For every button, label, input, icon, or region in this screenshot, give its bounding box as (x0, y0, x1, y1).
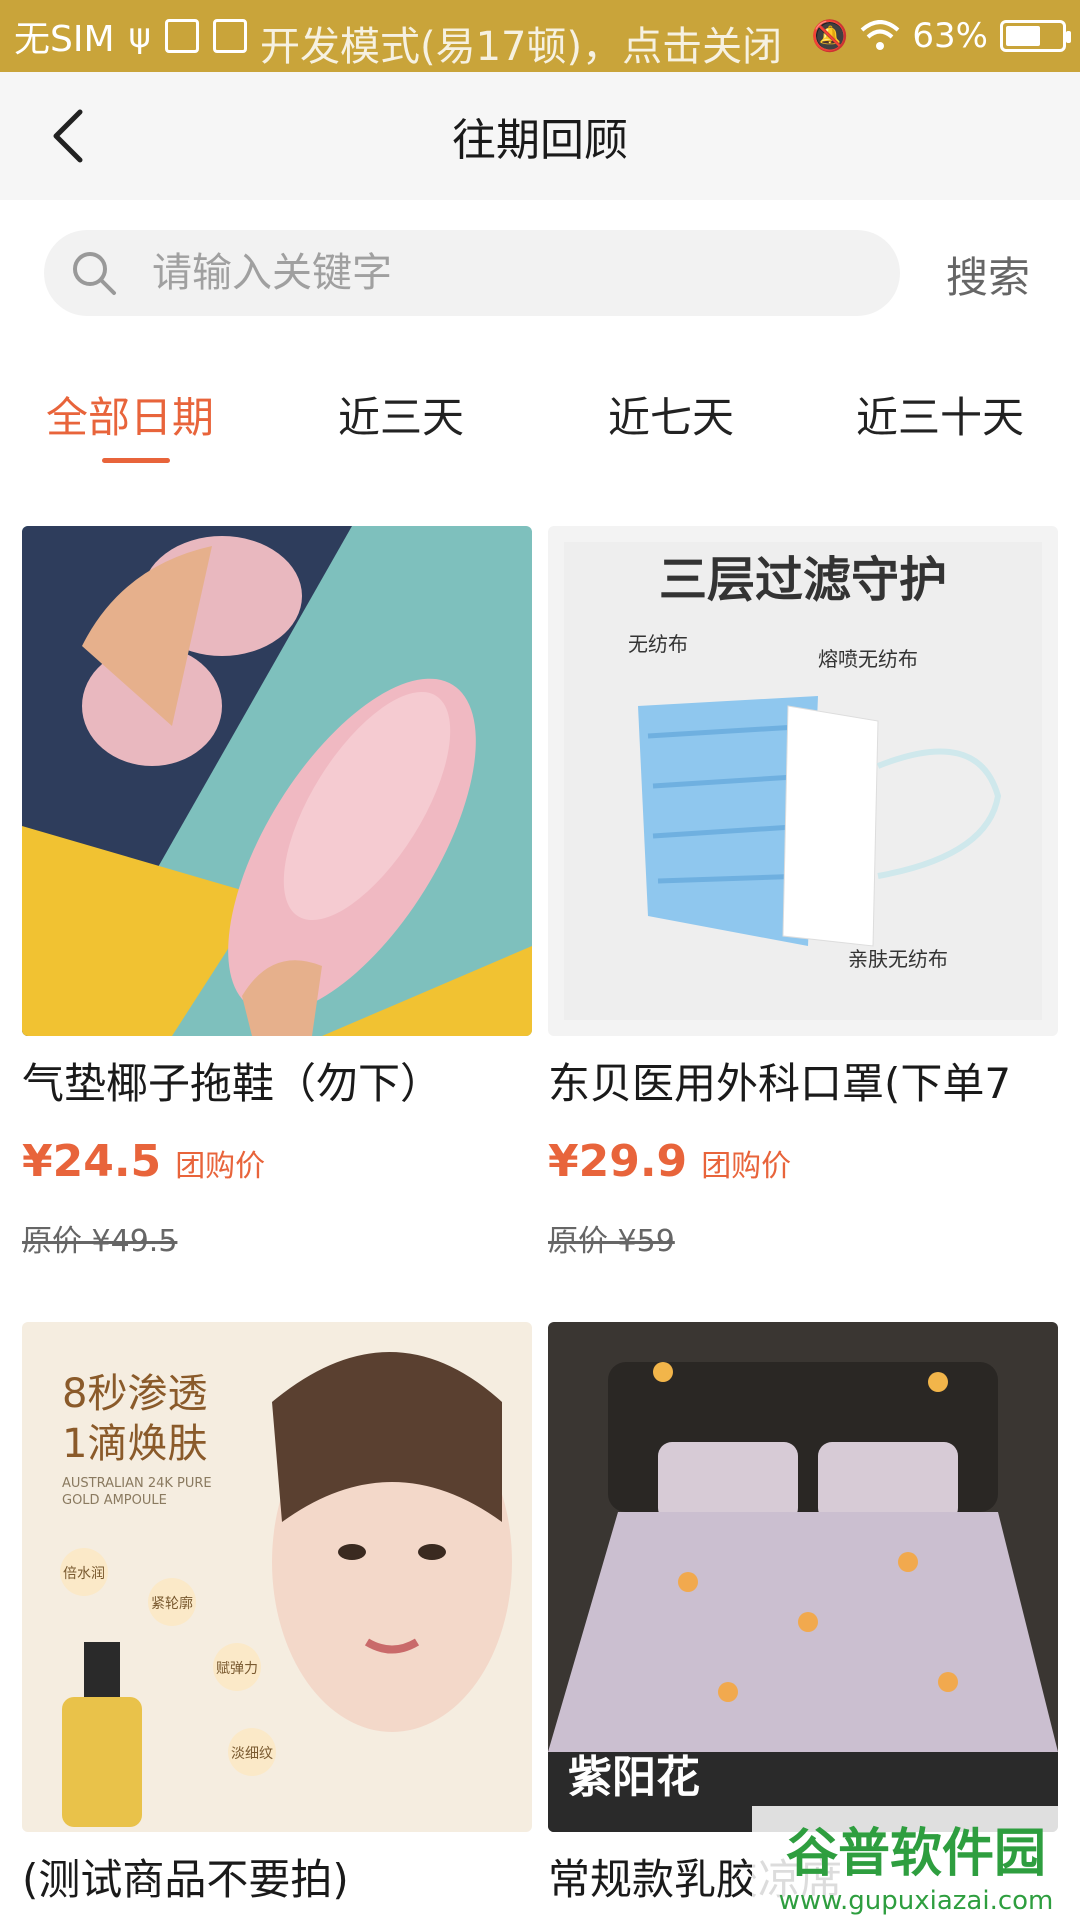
dev-mode-banner[interactable]: 开发模式(易17顿)，点击关闭 (260, 14, 782, 72)
group-price: ¥29.9 (548, 1136, 688, 1187)
battery-icon (1000, 20, 1071, 52)
date-filter-tabs: 全部日期 近三天 近七天 近三十天 (0, 360, 1080, 470)
svg-text:紫阳花: 紫阳花 (568, 1752, 700, 1803)
product-name[interactable]: 气垫椰子拖鞋（勿下） (22, 1050, 534, 1111)
group-price: ¥24.5 (22, 1136, 162, 1187)
tab-last-7-days[interactable]: 近七天 (608, 384, 734, 445)
svg-text:熔喷无纺布: 熔喷无纺布 (818, 647, 918, 671)
product-name[interactable]: (测试商品不要拍) (22, 1846, 534, 1907)
battery-percent: 63% (912, 16, 988, 56)
svg-text:倍水润: 倍水润 (63, 1566, 105, 1582)
svg-text:无纺布: 无纺布 (628, 632, 688, 656)
svg-text:GOLD AMPOULE: GOLD AMPOULE (62, 1493, 167, 1508)
group-price-label: 团购价 (175, 1149, 266, 1184)
product-image[interactable]: 8秒渗透 1滴焕肤 AUSTRALIAN 24K PURE GOLD AMPOU… (22, 1322, 532, 1832)
watermark-url: www.gupuxiazai.com (778, 1885, 1054, 1916)
wifi-icon (861, 20, 900, 50)
notification-icon (164, 19, 199, 53)
image-headline: 三层过滤守护 (659, 552, 947, 608)
product-image[interactable]: 三层过滤守护 无纺布 熔喷无纺布 亲肤无纺布 (548, 526, 1058, 1036)
product-image[interactable] (22, 526, 532, 1036)
product-image[interactable]: 紫阳花 (548, 1322, 1058, 1832)
price-row: ¥29.9 团购价 (548, 1136, 791, 1187)
svg-text:AUSTRALIAN 24K PURE: AUSTRALIAN 24K PURE (62, 1476, 212, 1491)
original-price: 原价 ¥49.5 (22, 1224, 178, 1259)
back-button[interactable] (38, 106, 98, 166)
original-price: 原价 ¥59 (548, 1224, 675, 1259)
tab-last-30-days[interactable]: 近三十天 (856, 384, 1024, 445)
tab-all-dates[interactable]: 全部日期 (46, 384, 214, 445)
active-tab-indicator (102, 458, 170, 463)
search-button[interactable]: 搜索 (946, 244, 1030, 305)
price-row: ¥24.5 团购价 (22, 1136, 265, 1187)
svg-text:1滴焕肤: 1滴焕肤 (62, 1421, 207, 1467)
watermark: 谷普软件园 www.gupuxiazai.com (752, 1806, 1080, 1920)
search-box[interactable] (44, 230, 900, 316)
svg-text:紧轮廓: 紧轮廓 (151, 1595, 193, 1612)
usb-icon: ψ (128, 16, 151, 56)
svg-text:8秒渗透: 8秒渗透 (62, 1371, 207, 1417)
product-name[interactable]: 东贝医用外科口罩(下单7 (548, 1050, 1060, 1111)
page-title: 往期回顾 (452, 115, 628, 166)
search-input[interactable] (152, 250, 852, 296)
svg-text:亲肤无纺布: 亲肤无纺布 (848, 947, 948, 971)
nav-header: 往期回顾 (0, 72, 1080, 200)
app-notification-icon (212, 19, 247, 53)
group-price-label: 团购价 (701, 1149, 792, 1184)
svg-text:赋弹力: 赋弹力 (216, 1661, 258, 1677)
watermark-title: 谷普软件园 (785, 1823, 1046, 1884)
search-row: 搜索 (0, 200, 1080, 340)
search-icon (73, 252, 116, 295)
chevron-left-icon (53, 109, 83, 163)
svg-text:淡细纹: 淡细纹 (231, 1746, 273, 1762)
tab-last-3-days[interactable]: 近三天 (338, 384, 464, 445)
carrier-label: 无SIM (14, 19, 115, 60)
status-bar: 无SIM ψ 开发模式(易17顿)，点击关闭 🔕 63% (0, 0, 1080, 72)
mute-icon: 🔕 (811, 18, 849, 54)
